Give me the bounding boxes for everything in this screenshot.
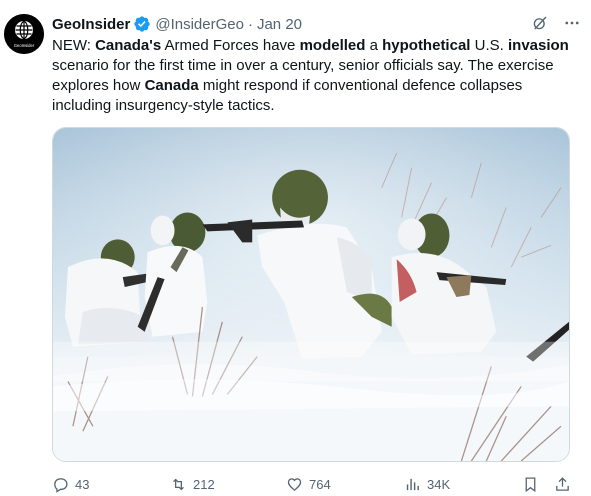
- like-button[interactable]: 764: [286, 476, 331, 493]
- geoinsider-logo: GeoInsider: [4, 14, 44, 54]
- avatar[interactable]: GeoInsider: [4, 14, 44, 54]
- bookmark-icon: [522, 476, 539, 493]
- tweet-text-segment: NEW:: [52, 37, 96, 54]
- repost-button[interactable]: 212: [170, 476, 215, 493]
- heart-icon: [286, 476, 303, 493]
- verified-badge-icon: [133, 15, 151, 33]
- reply-count: 43: [75, 477, 90, 492]
- more-icon[interactable]: [563, 14, 581, 32]
- tweet-text-emphasis: invasion: [507, 37, 569, 54]
- repost-count: 212: [193, 477, 215, 492]
- tweet-text: NEW: Canada's Armed Forces have modelled…: [52, 36, 582, 116]
- bookmark-button[interactable]: [522, 476, 539, 493]
- tweet-text-emphasis: Canada's: [95, 37, 162, 54]
- tweet-actions: 43 212 764 34K: [52, 476, 572, 496]
- tweet-media-photo[interactable]: [52, 127, 570, 462]
- views-icon: [404, 476, 421, 493]
- like-count: 764: [309, 477, 331, 492]
- tweet-text-emphasis: hypothetical: [382, 37, 471, 54]
- tweet-text-segment: Armed Forces have: [161, 37, 300, 54]
- view-count: 34K: [427, 477, 451, 492]
- views-button[interactable]: 34K: [404, 476, 450, 493]
- repost-icon: [170, 476, 187, 493]
- tweet-text-emphasis: modelled: [299, 37, 366, 54]
- reply-button[interactable]: 43: [52, 476, 89, 493]
- share-icon: [554, 476, 571, 493]
- separator-dot: ·: [247, 15, 253, 33]
- reply-icon: [52, 476, 69, 493]
- grok-icon[interactable]: [531, 14, 549, 32]
- display-name[interactable]: GeoInsider: [52, 16, 130, 33]
- tweet-text-emphasis: Canada: [144, 77, 199, 94]
- tweet-text-segment: U.S.: [470, 37, 508, 54]
- post-date[interactable]: Jan 20: [257, 16, 302, 33]
- user-handle[interactable]: @InsiderGeo: [155, 16, 244, 33]
- tweet-header: GeoInsider @InsiderGeo · Jan 20: [52, 14, 581, 34]
- share-button[interactable]: [554, 476, 571, 493]
- tweet-text-segment: a: [365, 37, 383, 54]
- avatar-wordmark: GeoInsider: [14, 43, 35, 48]
- soldiers-in-snow-image: [53, 128, 569, 461]
